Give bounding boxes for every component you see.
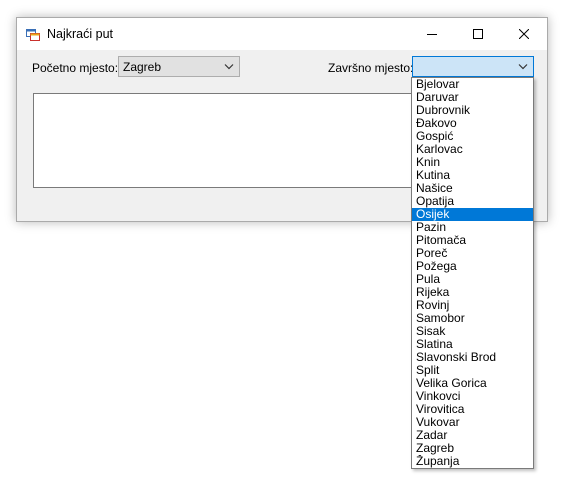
dropdown-option[interactable]: Slatina <box>412 338 533 351</box>
dropdown-option[interactable]: Zagreb <box>412 442 533 455</box>
close-icon <box>519 29 529 39</box>
minimize-icon <box>427 34 437 35</box>
dropdown-option[interactable]: Opatija <box>412 195 533 208</box>
start-location-combobox[interactable]: Zagreb <box>118 56 240 77</box>
end-location-label: Završno mjesto: <box>328 61 414 75</box>
window-title: Najkraći put <box>47 27 113 41</box>
dropdown-option[interactable]: Slavonski Brod <box>412 351 533 364</box>
dropdown-option[interactable]: Rovinj <box>412 299 533 312</box>
start-location-label: Početno mjesto: <box>32 61 119 75</box>
dropdown-option[interactable]: Đakovo <box>412 117 533 130</box>
minimize-button[interactable] <box>409 18 455 50</box>
result-textbox[interactable] <box>33 93 413 188</box>
dropdown-option[interactable]: Daruvar <box>412 91 533 104</box>
maximize-icon <box>473 29 483 39</box>
dropdown-option[interactable]: Poreč <box>412 247 533 260</box>
dropdown-option[interactable]: Požega <box>412 260 533 273</box>
dropdown-option[interactable]: Pula <box>412 273 533 286</box>
dropdown-option[interactable]: Bjelovar <box>412 78 533 91</box>
chevron-down-icon <box>224 64 234 70</box>
dropdown-option[interactable]: Knin <box>412 156 533 169</box>
dropdown-option[interactable]: Zadar <box>412 429 533 442</box>
maximize-button[interactable] <box>455 18 501 50</box>
dropdown-option[interactable]: Osijek <box>412 208 533 221</box>
dropdown-option[interactable]: Sisak <box>412 325 533 338</box>
title-bar[interactable]: Najkraći put <box>17 18 547 50</box>
dropdown-option[interactable]: Našice <box>412 182 533 195</box>
app-window-icon <box>26 29 40 41</box>
dropdown-option[interactable]: Split <box>412 364 533 377</box>
dropdown-option[interactable]: Rijeka <box>412 286 533 299</box>
end-location-combobox[interactable] <box>412 56 534 77</box>
dropdown-option[interactable]: Vukovar <box>412 416 533 429</box>
dropdown-option[interactable]: Samobor <box>412 312 533 325</box>
dropdown-option[interactable]: Vinkovci <box>412 390 533 403</box>
chevron-down-icon <box>518 64 528 70</box>
dropdown-option[interactable]: Velika Gorica <box>412 377 533 390</box>
dropdown-option[interactable]: Dubrovnik <box>412 104 533 117</box>
dropdown-option[interactable]: Pazin <box>412 221 533 234</box>
start-location-value: Zagreb <box>123 60 162 74</box>
dropdown-option[interactable]: Karlovac <box>412 143 533 156</box>
dropdown-option[interactable]: Pitomača <box>412 234 533 247</box>
close-button[interactable] <box>501 18 547 50</box>
dropdown-option[interactable]: Virovitica <box>412 403 533 416</box>
dropdown-option[interactable]: Kutina <box>412 169 533 182</box>
dropdown-option[interactable]: Županja <box>412 455 533 468</box>
end-location-dropdown-list[interactable]: Bjelovar Daruvar Dubrovnik Đakovo Gospić Karl… <box>411 77 534 469</box>
dropdown-option[interactable]: Gospić <box>412 130 533 143</box>
